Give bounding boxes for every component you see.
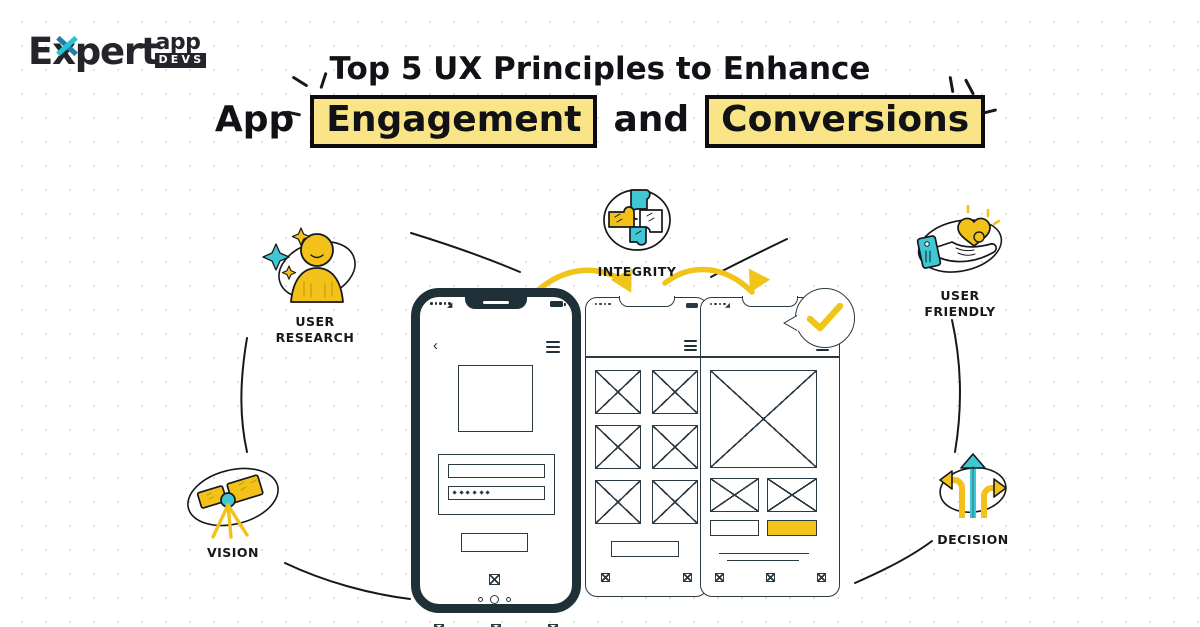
node-decision[interactable]: DECISION	[898, 448, 1048, 548]
page-title: Top 5 UX Principles to Enhance App Engag…	[0, 52, 1200, 148]
panel-wifi-icon: ◢	[725, 302, 730, 309]
connector-integrity-to-friendly	[710, 238, 788, 278]
nav-icon-left[interactable]	[715, 573, 724, 582]
placeholder-box	[595, 480, 641, 524]
hero-image-placeholder	[710, 370, 817, 468]
submit-button-outline[interactable]	[461, 533, 528, 552]
placeholder-box	[595, 425, 641, 469]
wireframe-panel-grid[interactable]	[585, 296, 708, 597]
connector-friendly-to-decision	[951, 319, 961, 453]
secondary-button[interactable]	[710, 520, 759, 536]
nav-icon-right[interactable]	[817, 573, 826, 582]
placeholder-box	[652, 480, 698, 524]
title-highlight-engagement: Engagement	[310, 95, 598, 148]
placeholder-box	[652, 370, 698, 414]
panel-header-divider	[701, 356, 839, 358]
node-integrity[interactable]: INTEGRITY	[562, 180, 712, 280]
node-label-integrity: INTEGRITY	[597, 264, 677, 279]
panel-header-divider	[586, 356, 707, 358]
text-line	[719, 553, 809, 555]
connector-research-to-phone	[410, 232, 521, 273]
puzzle-integrity-icon	[603, 189, 671, 251]
user-research-icon	[262, 227, 356, 303]
primary-cta-button[interactable]	[767, 520, 817, 536]
thumbnail-placeholder	[767, 478, 817, 512]
password-mask-dots	[452, 490, 491, 495]
chevron-left-icon[interactable]: ‹	[433, 337, 438, 354]
panel-hamburger-menu-icon[interactable]	[684, 340, 697, 354]
brand-name-app: app	[155, 30, 201, 56]
title-line-2: App Engagement and Conversions	[0, 95, 1200, 148]
node-label-user-friendly: USER FRIENDLY	[924, 288, 996, 319]
flow-arrowhead-right	[748, 268, 771, 293]
text-input-field[interactable]	[448, 464, 545, 478]
hamburger-menu-icon[interactable]	[546, 341, 560, 355]
title-word-and: and	[613, 99, 690, 141]
panel-notch	[742, 296, 798, 308]
panel-status-dots-icon	[710, 303, 726, 306]
phone-mockup[interactable]: ◢ ‹	[411, 288, 581, 627]
infographic-canvas: Expert app DEVS Top 5 UX Principles to E…	[0, 0, 1200, 627]
title-line-1: Top 5 UX Principles to Enhance	[329, 51, 871, 87]
thumbnail-placeholder	[710, 478, 759, 512]
nav-icon-right[interactable]	[683, 573, 692, 582]
nav-icon-center[interactable]	[766, 573, 775, 582]
connector-vision-to-phone	[284, 562, 411, 600]
connector-research-to-vision	[240, 337, 248, 453]
battery-icon	[550, 301, 566, 307]
panel-battery-icon	[686, 302, 698, 308]
wifi-icon: ◢	[447, 301, 453, 309]
carousel-dots[interactable]	[478, 595, 511, 604]
title-word-app: App	[214, 99, 295, 141]
node-label-decision: DECISION	[937, 532, 1009, 547]
node-label-vision: VISION	[206, 545, 260, 560]
outline-button[interactable]	[611, 541, 679, 557]
node-vision[interactable]: VISION	[158, 455, 308, 561]
placeholder-box	[595, 370, 641, 414]
node-user-research[interactable]: USER RESEARCH	[240, 222, 390, 345]
nav-icon-left[interactable]	[601, 573, 610, 582]
checkmark-approved-badge	[785, 288, 855, 348]
title-highlight-conversions: Conversions	[705, 95, 986, 148]
image-placeholder-box	[458, 365, 533, 432]
node-user-friendly[interactable]: USER FRIENDLY	[885, 204, 1035, 319]
bubble-tail	[785, 315, 799, 331]
placeholder-box	[652, 425, 698, 469]
hand-heart-icon	[916, 204, 1003, 273]
phone-speaker-bar	[483, 301, 509, 304]
content-placeholder-icon	[489, 574, 500, 585]
text-line	[727, 560, 799, 562]
panel-notch	[618, 296, 675, 308]
panel-status-dots-icon	[595, 303, 611, 306]
checkmark-approved-icon	[807, 303, 843, 332]
node-label-user-research: USER RESEARCH	[275, 314, 355, 345]
telescope-vision-icon	[187, 467, 279, 539]
arrows-decision-icon	[939, 453, 1007, 518]
